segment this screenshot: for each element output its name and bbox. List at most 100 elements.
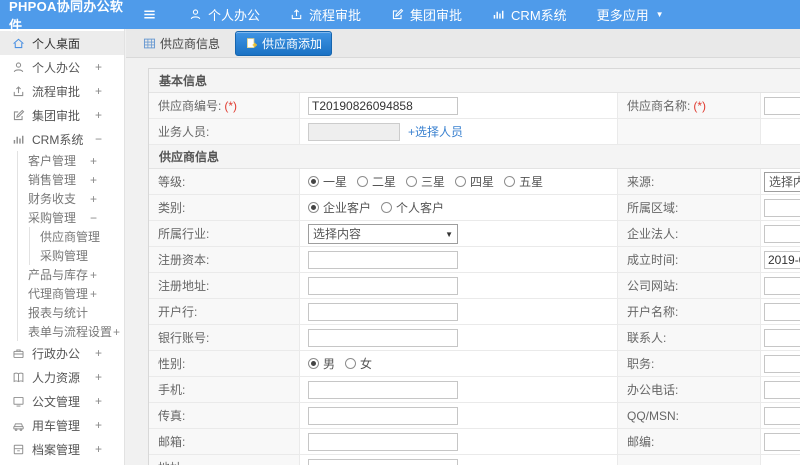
sidebar-item-agent-mgmt[interactable]: 代理商管理 + xyxy=(0,284,124,303)
label-text: 地址: xyxy=(158,459,185,465)
sidebar-item-form-workflow-settings[interactable]: 表单与流程设置 + xyxy=(0,322,124,341)
expander-icon[interactable]: + xyxy=(95,346,102,360)
office-phone-input[interactable] xyxy=(764,380,800,399)
form-row: 注册资本: 成立时间: xyxy=(149,247,800,273)
mobile-input[interactable] xyxy=(308,380,458,399)
field-cell: 一星 二星 三星 四星 五星 xyxy=(300,169,618,194)
expander-icon[interactable]: + xyxy=(95,108,102,122)
table-icon xyxy=(143,37,156,50)
field-label: 类别: xyxy=(149,195,300,220)
region-input[interactable] xyxy=(764,198,800,217)
menu-icon[interactable] xyxy=(142,7,157,22)
sidebar-item-personal-desktop[interactable]: 个人桌面 xyxy=(0,31,124,55)
tab-supplier-info[interactable]: 供应商信息 xyxy=(135,32,228,55)
supplier-code-input[interactable] xyxy=(308,96,458,115)
level-radios-option[interactable] xyxy=(357,176,369,187)
expander-icon[interactable]: + xyxy=(90,287,97,301)
contact-input[interactable] xyxy=(764,328,800,347)
legal-person-input[interactable] xyxy=(764,224,800,243)
email-input[interactable] xyxy=(308,432,458,451)
tab-supplier-add[interactable]: 供应商添加 xyxy=(235,30,333,56)
registered-capital-input[interactable] xyxy=(308,250,458,269)
sidebar-item-label: 档案管理 xyxy=(32,442,81,457)
field-label: 等级: xyxy=(149,169,300,194)
industry-select[interactable]: 选择内容 ▼ xyxy=(308,223,458,244)
expander-icon[interactable]: + xyxy=(90,173,97,187)
sidebar-item-workflow-approval[interactable]: 流程审批 + xyxy=(0,79,124,103)
gender-radios-option[interactable] xyxy=(308,358,319,369)
address-input[interactable] xyxy=(308,458,458,465)
select-person-link[interactable]: +选择人员 xyxy=(408,123,463,140)
label-text: 所属区域: xyxy=(627,201,679,215)
bank-account-input[interactable] xyxy=(308,328,458,347)
supplier-name-input[interactable] xyxy=(764,96,800,115)
expander-icon[interactable]: + xyxy=(95,84,102,98)
registered-address-input[interactable] xyxy=(308,276,458,295)
source-select[interactable]: 选择内容▼ xyxy=(764,171,800,192)
category-radios-option[interactable] xyxy=(308,202,319,213)
nav-item-personal-office[interactable]: 个人办公 xyxy=(189,5,260,24)
field-cell xyxy=(300,325,618,350)
qq-msn-input[interactable] xyxy=(764,406,800,425)
expander-icon[interactable]: + xyxy=(95,60,102,74)
expander-icon[interactable]: + xyxy=(90,192,97,206)
expander-icon[interactable]: + xyxy=(90,154,97,168)
field-label: 开户名称: xyxy=(618,299,761,324)
category-radios-option[interactable] xyxy=(381,202,393,213)
expander-icon[interactable]: + xyxy=(95,370,102,384)
field-label: 成立时间: xyxy=(618,247,761,272)
sidebar-item-group-approval[interactable]: 集团审批 + xyxy=(0,103,124,127)
sidebar-item-finance-inout[interactable]: 财务收支 + xyxy=(0,189,124,208)
radio-label: 三星 xyxy=(421,175,446,189)
expander-icon[interactable]: + xyxy=(95,442,102,456)
nav-item-workflow-approval[interactable]: 流程审批 xyxy=(290,5,361,24)
sidebar-item-archive-mgmt[interactable]: 档案管理 + xyxy=(0,437,124,461)
account-name-input[interactable] xyxy=(764,302,800,321)
fax-input[interactable] xyxy=(308,406,458,425)
expander-icon[interactable]: + xyxy=(90,268,97,282)
sidebar-item-admin-office[interactable]: 行政办公 + xyxy=(0,341,124,365)
founding-date-input[interactable] xyxy=(764,250,800,269)
website-input[interactable] xyxy=(764,276,800,295)
expander-icon[interactable]: − xyxy=(90,211,97,225)
gender-radios-option[interactable] xyxy=(345,358,357,369)
sidebar-item-document-mgmt[interactable]: 公文管理 + xyxy=(0,389,124,413)
field-cell xyxy=(761,403,800,428)
user-icon xyxy=(189,8,202,21)
expander-icon[interactable]: + xyxy=(95,394,102,408)
app-logo: PHPOA协同办公软件 xyxy=(9,0,124,33)
expander-icon[interactable]: − xyxy=(95,132,102,146)
field-cell xyxy=(761,195,800,220)
sidebar-item-purchase-mgmt[interactable]: 采购管理 xyxy=(0,246,124,265)
sidebar-item-sales-mgmt[interactable]: 销售管理 + xyxy=(0,170,124,189)
position-input[interactable] xyxy=(764,354,800,373)
business-person-input[interactable] xyxy=(308,122,400,141)
level-radios-option[interactable] xyxy=(455,176,467,187)
sidebar-item-product-inventory[interactable]: 产品与库存 + xyxy=(0,265,124,284)
level-radios-option[interactable] xyxy=(406,176,418,187)
field-label: 来源: xyxy=(618,169,761,194)
level-radios-option[interactable] xyxy=(504,176,516,187)
sidebar-item-human-resources[interactable]: 人力资源 + xyxy=(0,365,124,389)
nav-item-group-approval[interactable]: 集团审批 xyxy=(391,5,462,24)
nav-item-crm-system[interactable]: CRM系统 xyxy=(492,5,567,24)
field-label: 办公电话: xyxy=(618,377,761,402)
zip-input[interactable] xyxy=(764,432,800,451)
sidebar-item-label: 财务收支 xyxy=(28,192,77,206)
sidebar-item-personal-office[interactable]: 个人办公 + xyxy=(0,55,124,79)
sidebar-item-reports-stats[interactable]: 报表与统计 xyxy=(0,303,124,322)
level-radios-option[interactable] xyxy=(308,176,319,187)
sidebar-item-supplier-mgmt[interactable]: 供应商管理 xyxy=(0,227,124,246)
field-cell xyxy=(761,273,800,298)
sidebar-item-customer-mgmt[interactable]: 客户管理 + xyxy=(0,151,124,170)
sidebar-item-crm-system[interactable]: CRM系统 − xyxy=(0,127,124,151)
nav-item-label: 更多应用 xyxy=(596,8,649,23)
expander-icon[interactable]: + xyxy=(113,325,120,339)
sidebar-item-purchasing-mgmt[interactable]: 采购管理 − xyxy=(0,208,124,227)
nav-item-more-apps[interactable]: 更多应用 ▼ xyxy=(597,5,664,24)
bank-branch-input[interactable] xyxy=(308,302,458,321)
field-cell xyxy=(300,455,618,465)
label-text: 注册资本: xyxy=(158,253,210,267)
sidebar-item-vehicle-mgmt[interactable]: 用车管理 + xyxy=(0,413,124,437)
expander-icon[interactable]: + xyxy=(95,418,102,432)
